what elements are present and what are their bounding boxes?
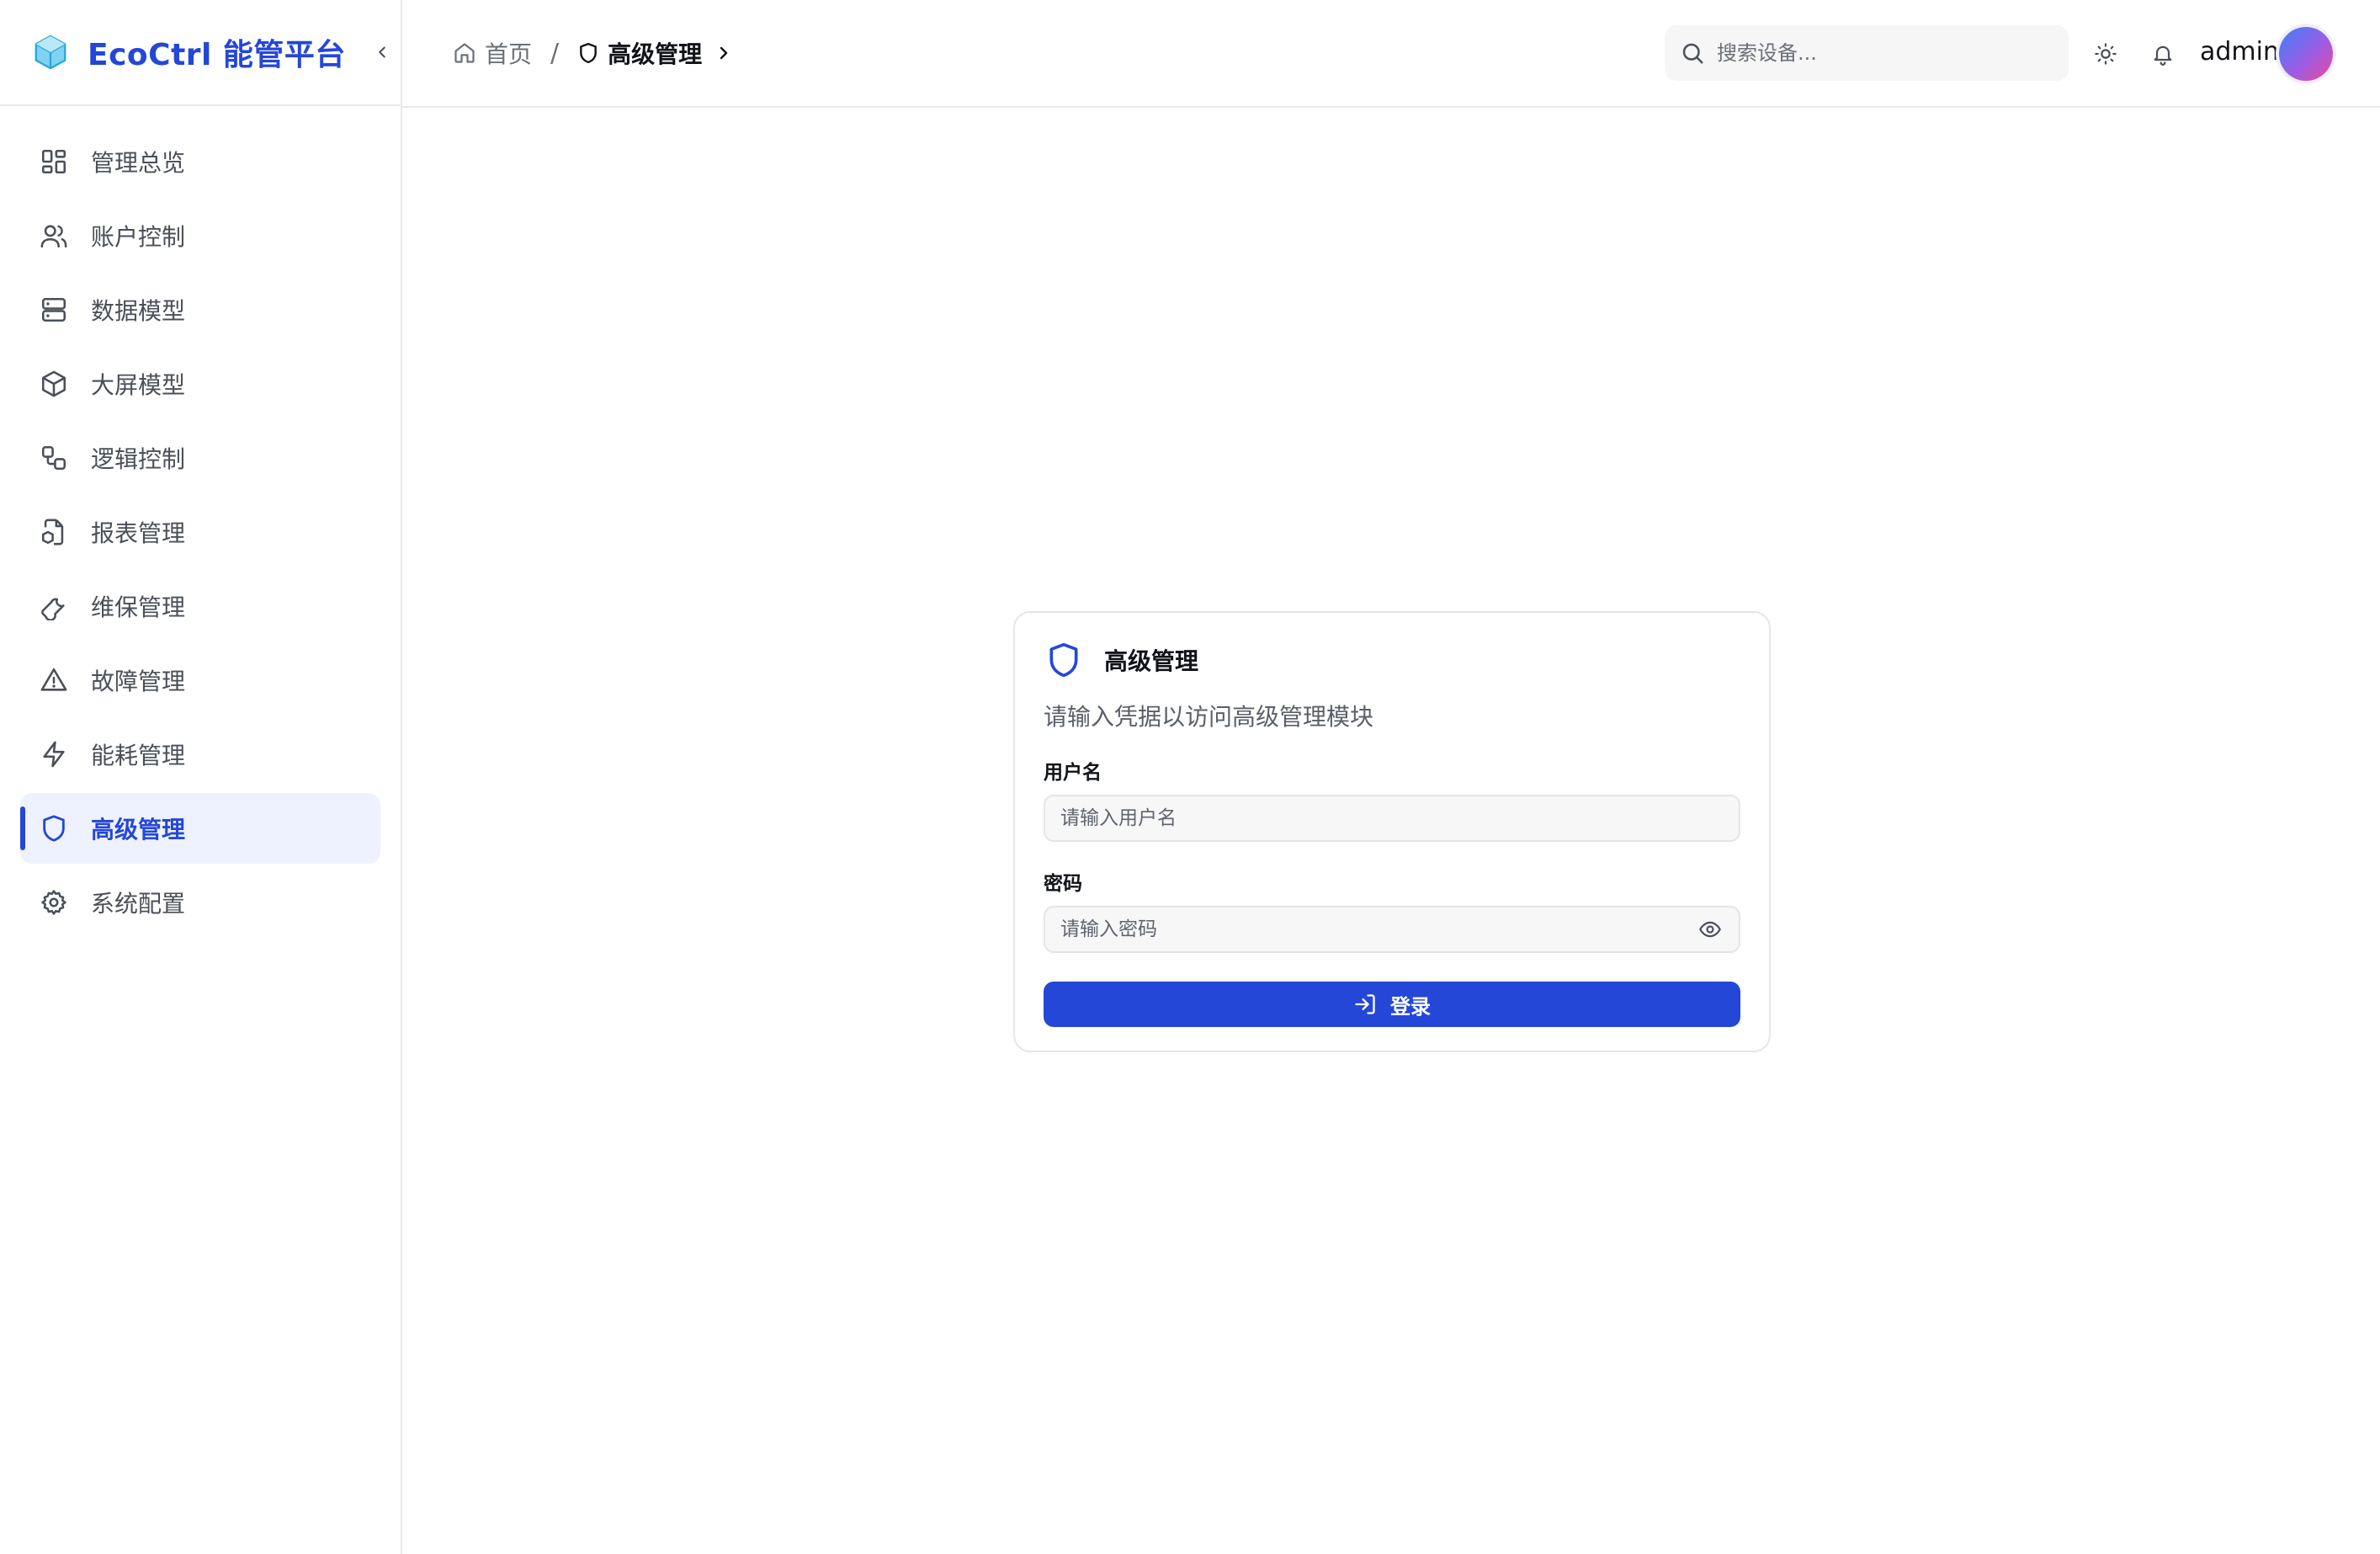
sidebar-item-advanced[interactable]: 高级管理 xyxy=(20,793,380,864)
sidebar-item-energy[interactable]: 能耗管理 xyxy=(20,719,380,790)
username-label: 用户名 xyxy=(1044,762,1102,784)
search-icon xyxy=(1682,43,1703,64)
login-button[interactable]: 登录 xyxy=(1044,982,1740,1027)
sidebar-item-screen-model[interactable]: 大屏模型 xyxy=(20,349,380,419)
sidebar-item-label: 能耗管理 xyxy=(91,742,186,769)
sun-icon xyxy=(2095,43,2117,65)
collapse-sidebar-button[interactable] xyxy=(368,38,396,67)
shield-icon xyxy=(580,42,597,64)
password-field[interactable] xyxy=(1060,918,1697,940)
sidebar-item-label: 报表管理 xyxy=(91,519,186,547)
toggle-password-visibility-button[interactable] xyxy=(1697,916,1724,943)
password-label: 密码 xyxy=(1044,873,1082,895)
shield-icon xyxy=(37,812,71,845)
breadcrumb-home[interactable]: 首页 xyxy=(453,36,532,70)
box-icon xyxy=(37,367,71,401)
sidebar-item-label: 数据模型 xyxy=(91,297,186,325)
lightning-icon xyxy=(37,737,71,771)
username-field-wrapper xyxy=(1044,795,1740,842)
brand-header: EcoCtrl 能管平台 xyxy=(0,0,401,106)
breadcrumb-current-label: 高级管理 xyxy=(608,40,703,68)
theme-toggle-button[interactable] xyxy=(2089,37,2122,71)
sidebar-item-faults[interactable]: 故障管理 xyxy=(20,645,380,716)
password-field-wrapper xyxy=(1044,906,1740,953)
workflow-icon xyxy=(37,441,71,475)
home-icon xyxy=(454,43,475,63)
avatar[interactable] xyxy=(2279,27,2333,81)
sidebar-item-settings[interactable]: 系统配置 xyxy=(20,867,380,938)
login-button-label: 登录 xyxy=(1390,994,1431,1019)
login-title: 高级管理 xyxy=(1104,647,1199,675)
cube-logo-icon xyxy=(30,32,71,72)
sidebar-item-label: 管理总览 xyxy=(91,149,186,177)
grid-icon xyxy=(37,145,71,178)
sidebar-item-label: 逻辑控制 xyxy=(91,445,186,473)
file-report-icon xyxy=(37,515,71,549)
login-arrow-icon xyxy=(1355,994,1375,1014)
gear-icon xyxy=(37,886,71,919)
search-box[interactable] xyxy=(1665,25,2069,81)
sidebar-item-logic-control[interactable]: 逻辑控制 xyxy=(20,423,380,493)
app-title: EcoCtrl 能管平台 xyxy=(88,38,346,72)
chevron-left-icon xyxy=(379,46,385,58)
username[interactable]: admin xyxy=(2200,37,2279,67)
wrench-icon xyxy=(37,589,71,623)
bell-icon xyxy=(2154,45,2172,66)
breadcrumb-separator: / xyxy=(550,38,560,68)
notifications-button[interactable] xyxy=(2146,37,2180,71)
top-header: 首页 / 高级管理 admin xyxy=(402,0,2380,108)
breadcrumb-home-label: 首页 xyxy=(485,40,533,68)
sidebar-item-reports[interactable]: 报表管理 xyxy=(20,497,380,567)
users-icon xyxy=(37,219,71,253)
warning-icon xyxy=(37,663,71,697)
sidebar-item-maintenance[interactable]: 维保管理 xyxy=(20,571,380,641)
sidebar-item-label: 系统配置 xyxy=(91,890,186,918)
eye-icon xyxy=(1699,921,1721,938)
sidebar-item-accounts[interactable]: 账户控制 xyxy=(20,200,380,271)
sidebar-item-label: 故障管理 xyxy=(91,668,186,695)
sidebar-item-label: 高级管理 xyxy=(91,816,186,844)
sidebar: EcoCtrl 能管平台 管理总览 账户控制 数据模型 大屏模型 逻辑控制 报表… xyxy=(0,0,402,1554)
search-input[interactable] xyxy=(1717,41,2045,65)
shield-icon xyxy=(1044,640,1084,680)
sidebar-item-label: 账户控制 xyxy=(91,223,186,251)
login-card: 高级管理 请输入凭据以访问高级管理模块 用户名 密码 登录 xyxy=(1013,611,1771,1052)
sidebar-item-overview[interactable]: 管理总览 xyxy=(20,126,380,197)
breadcrumb: 首页 / 高级管理 xyxy=(453,36,734,70)
sidebar-nav: 管理总览 账户控制 数据模型 大屏模型 逻辑控制 报表管理 维保管理 故障管理 … xyxy=(0,106,401,938)
login-card-header: 高级管理 xyxy=(1044,640,1740,680)
breadcrumb-current: 高级管理 xyxy=(577,36,702,70)
username-field[interactable] xyxy=(1060,807,1724,829)
sidebar-item-data-model[interactable]: 数据模型 xyxy=(20,274,380,345)
sidebar-item-label: 大屏模型 xyxy=(91,371,186,399)
chevron-right-icon xyxy=(714,43,734,63)
login-description: 请输入凭据以访问高级管理模块 xyxy=(1044,703,1374,731)
server-icon xyxy=(37,293,71,327)
sidebar-item-label: 维保管理 xyxy=(91,593,186,621)
